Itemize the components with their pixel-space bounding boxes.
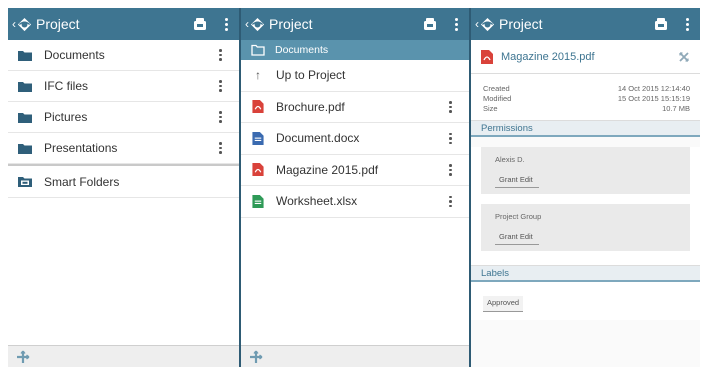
permission-name: Project Group [495, 212, 542, 221]
item-label: Brochure.pdf [276, 99, 345, 114]
item-label: Presentations [44, 141, 118, 155]
folder-icon [18, 80, 32, 93]
item-label: Worksheet.xlsx [276, 194, 358, 209]
permission-card: Alexis D. Grant Edit [481, 147, 690, 194]
item-menu-icon[interactable] [219, 142, 223, 154]
list-item-file[interactable]: Worksheet.xlsx [241, 186, 469, 218]
app-logo-icon[interactable] [17, 17, 32, 32]
current-folder-bar: Documents [241, 40, 469, 60]
folder-icon [18, 49, 32, 62]
add-icon[interactable] [16, 350, 30, 364]
grant-edit-button[interactable]: Grant Edit [495, 232, 539, 245]
list-item-folder[interactable]: Presentations [8, 133, 239, 164]
projects-panel: ‹ Project Documents IFC files Pictures P… [8, 8, 239, 367]
scan-icon[interactable] [423, 17, 437, 31]
app-bar: ‹ Project [471, 8, 700, 40]
overflow-menu-icon[interactable] [686, 17, 690, 31]
xlsx-icon [251, 195, 265, 208]
list-item-file[interactable]: Document.docx [241, 123, 469, 155]
file-name: Magazine 2015.pdf [501, 50, 595, 63]
permission-name: Alexis D. [495, 155, 525, 164]
scan-icon[interactable] [654, 17, 668, 31]
item-label: Pictures [44, 110, 88, 124]
pdf-icon [481, 50, 493, 64]
pdf-icon [251, 100, 265, 113]
list-item-folder[interactable]: Pictures [8, 102, 239, 133]
app-title: Project [36, 16, 80, 32]
list-item-smart-folders[interactable]: Smart Folders [8, 166, 239, 198]
list-item-folder[interactable]: IFC files [8, 71, 239, 102]
file-metadata: Created 14 Oct 2015 12:14:40 Modified 15 O… [471, 74, 700, 120]
app-bar: ‹ Project [8, 8, 239, 40]
grant-edit-button[interactable]: Grant Edit [495, 175, 539, 188]
item-menu-icon[interactable] [449, 164, 453, 176]
file-detail-header: Magazine 2015.pdf [471, 40, 700, 74]
app-logo-icon[interactable] [250, 17, 265, 32]
item-label: Smart Folders [44, 174, 120, 189]
item-menu-icon[interactable] [219, 80, 223, 92]
list-item-folder[interactable]: Documents [8, 40, 239, 71]
item-menu-icon[interactable] [449, 195, 453, 207]
folder-outline-icon [251, 44, 265, 56]
back-chevron-icon[interactable]: ‹ [475, 18, 479, 30]
list-item-file[interactable]: Brochure.pdf [241, 92, 469, 123]
permissions-header: Permissions [471, 120, 700, 137]
permission-card: Project Group Grant Edit [481, 204, 690, 251]
app-title: Project [499, 16, 543, 32]
app-title: Project [269, 16, 313, 32]
up-arrow-icon: ↑ [255, 68, 261, 83]
labels-header: Labels [471, 265, 700, 282]
app-bar: ‹ Project [241, 8, 469, 40]
up-to-project-item[interactable]: ↑ Up to Project [241, 60, 469, 92]
docx-icon [251, 132, 265, 145]
add-icon[interactable] [249, 350, 263, 364]
folder-panel: ‹ Project Documents ↑ Up to Project Broc… [239, 8, 469, 367]
size-label: Size [483, 104, 498, 113]
label-chip[interactable]: Approved [483, 296, 524, 312]
folder-icon [18, 142, 32, 155]
item-menu-icon[interactable] [449, 101, 453, 113]
folder-icon [18, 111, 32, 124]
bottom-bar [8, 345, 239, 367]
permissions-list: Alexis D. Grant Edit Project Group Grant… [471, 147, 700, 265]
back-chevron-icon[interactable]: ‹ [245, 18, 249, 30]
item-menu-icon[interactable] [219, 111, 223, 123]
item-menu-icon[interactable] [449, 132, 453, 144]
created-value: 14 Oct 2015 12:14:40 [617, 84, 690, 93]
app-logo-icon[interactable] [480, 17, 495, 32]
list-item-file[interactable]: Magazine 2015.pdf [241, 155, 469, 186]
item-label: IFC files [44, 79, 89, 93]
item-label: Magazine 2015.pdf [276, 162, 379, 177]
item-label: Document.docx [276, 131, 360, 146]
modified-label: Modified [483, 94, 512, 103]
item-label: Up to Project [276, 68, 346, 83]
pdf-icon [251, 163, 265, 176]
current-folder-name: Documents [275, 44, 329, 56]
labels-list: Approved [471, 282, 700, 320]
overflow-menu-icon[interactable] [455, 17, 459, 31]
back-chevron-icon[interactable]: ‹ [12, 18, 16, 30]
smart-folder-icon [18, 175, 32, 188]
scan-icon[interactable] [193, 17, 207, 31]
bottom-bar [241, 345, 469, 367]
item-label: Documents [44, 48, 105, 62]
modified-value: 15 Oct 2015 15:15:19 [617, 94, 690, 103]
close-icon[interactable] [678, 51, 690, 63]
overflow-menu-icon[interactable] [225, 17, 229, 31]
created-label: Created [483, 84, 510, 93]
size-value: 10.7 MB [662, 104, 690, 113]
file-details-panel: ‹ Project Magazine 2015.pdf Created 14 Oc… [469, 8, 700, 367]
item-menu-icon[interactable] [219, 49, 223, 61]
